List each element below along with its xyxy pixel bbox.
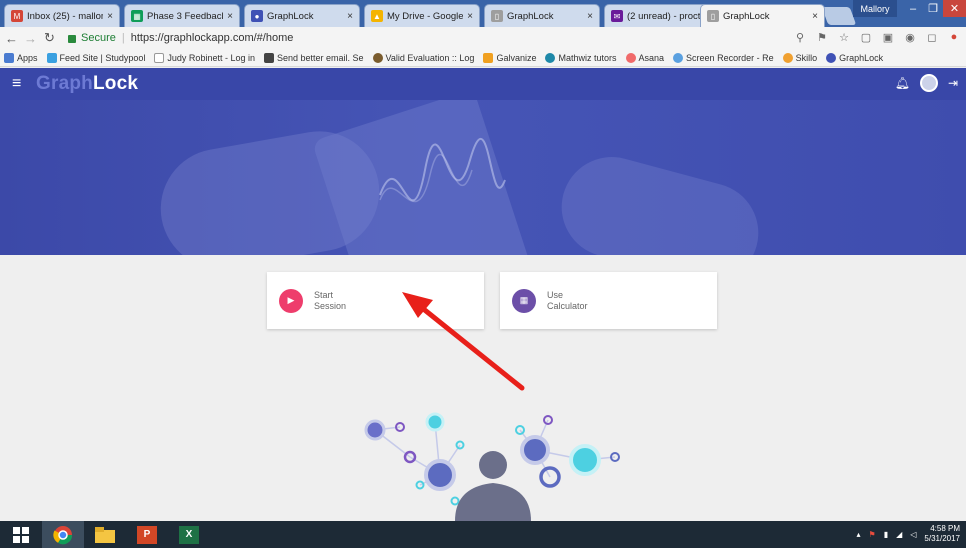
- wifi-icon[interactable]: ◢: [896, 530, 902, 539]
- screen: M Inbox (25) - mallor × ▦ Phase 3 Feedba…: [0, 0, 966, 548]
- tab-title: GraphLock: [723, 10, 770, 22]
- os-taskbar: P X ▴ ⚑ ▮ ◢ ◁ 4:58 PM 5/31/2017: [0, 521, 966, 548]
- chevron-up-icon[interactable]: ▴: [857, 530, 861, 539]
- tab-graphlock-active[interactable]: ▯ GraphLock ×: [700, 4, 825, 27]
- page-icon: ▯: [707, 10, 719, 22]
- system-tray: ▴ ⚑ ▮ ◢ ◁ 4:58 PM 5/31/2017: [857, 524, 961, 544]
- powerpoint-icon[interactable]: P: [126, 521, 168, 548]
- battery-icon[interactable]: ▮: [884, 530, 888, 539]
- clock-date: 5/31/2017: [924, 534, 960, 543]
- excel-icon[interactable]: X: [168, 521, 210, 548]
- chrome-taskbar-icon[interactable]: [42, 521, 84, 548]
- volume-icon[interactable]: ◁: [910, 530, 916, 539]
- flag-icon[interactable]: ⚑: [869, 530, 876, 539]
- clock-time: 4:58 PM: [930, 524, 960, 533]
- clock[interactable]: 4:58 PM 5/31/2017: [924, 524, 960, 544]
- close-icon[interactable]: ×: [812, 11, 818, 22]
- network-illustration: [364, 412, 620, 521]
- file-explorer-icon[interactable]: [84, 521, 126, 548]
- windows-start-icon[interactable]: [0, 521, 42, 548]
